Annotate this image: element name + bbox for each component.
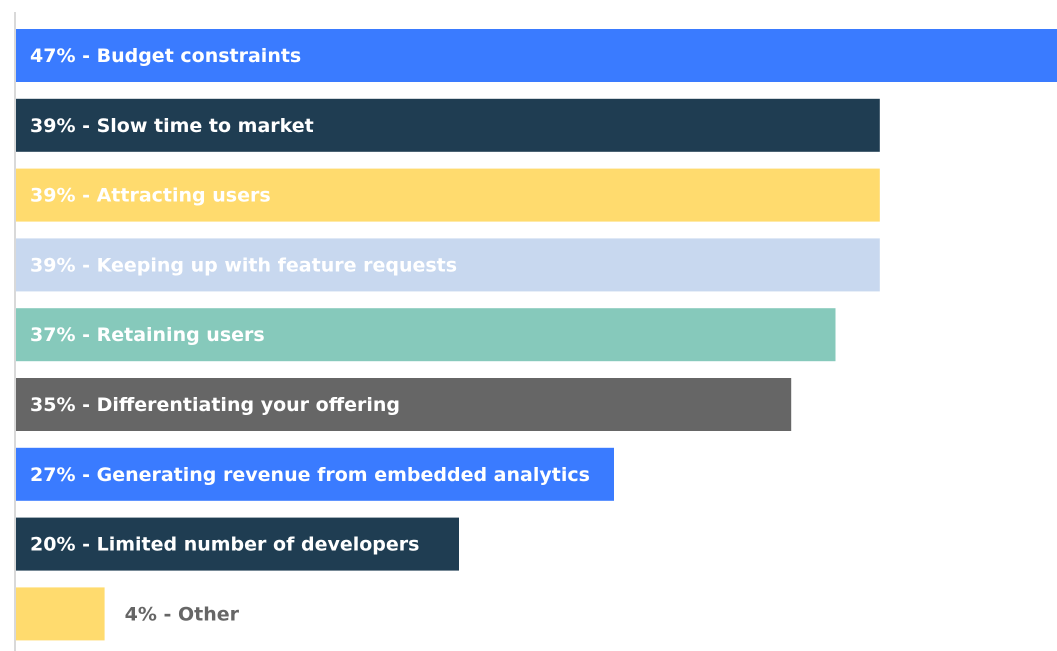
bar-chart: 47% - Budget constraints 39% - Slow time …	[14, 12, 1057, 651]
bar	[16, 587, 105, 641]
bar-label: 37% - Retaining users	[30, 324, 265, 346]
bar-label: 39% - Slow time to market	[30, 115, 314, 137]
bar-label: 27% - Generating revenue from embedded a…	[30, 464, 590, 486]
bar-label: 20% - Limited number of developers	[30, 534, 419, 556]
bar-label: 47% - Budget constraints	[30, 45, 301, 67]
bar-label: 39% - Attracting users	[30, 185, 271, 207]
bar-label: 39% - Keeping up with feature requests	[30, 254, 457, 276]
bars-group: 47% - Budget constraints 39% - Slow time …	[16, 29, 1057, 641]
bar-label: 35% - Differentiating your offering	[30, 394, 400, 416]
bar-label: 4% - Other	[125, 603, 240, 625]
